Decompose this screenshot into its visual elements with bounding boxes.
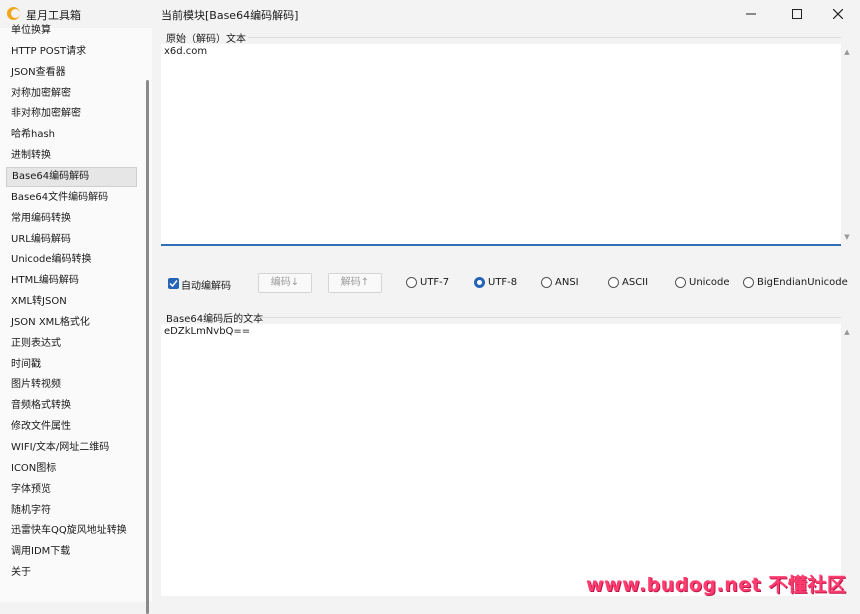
sidebar-item[interactable]: 修改文件属性 bbox=[6, 417, 137, 437]
sidebar-item[interactable]: 图片转视频 bbox=[6, 375, 137, 395]
radio-utf7-label[interactable]: UTF-7 bbox=[420, 277, 449, 288]
sidebar-item[interactable]: 哈希hash bbox=[6, 125, 137, 145]
sidebar: 单位换算 HTTP POST请求 JSON查看器 对称加密解密 非对称加密解密 哈希has… bbox=[0, 25, 152, 614]
sidebar-item[interactable]: XML转JSON bbox=[6, 292, 137, 312]
sidebar-item[interactable]: 非对称加密解密 bbox=[6, 104, 137, 124]
radio-bigendianunicode-label[interactable]: BigEndianUnicode bbox=[757, 277, 848, 288]
result-textbox[interactable]: eDZkLmNvbQ== ▲ bbox=[161, 324, 850, 596]
watermark: www.budog.net 不懂社区 bbox=[586, 574, 847, 596]
app-logo-icon bbox=[7, 7, 20, 20]
sidebar-item[interactable]: 正则表达式 bbox=[6, 334, 137, 354]
result-scroll-up-icon[interactable]: ▲ bbox=[843, 328, 851, 336]
source-textbox[interactable]: x6d.com ▲ ▼ bbox=[161, 44, 850, 244]
sidebar-item[interactable]: 关于 bbox=[6, 563, 137, 583]
close-button[interactable] bbox=[816, 0, 860, 28]
sidebar-item[interactable]: URL编码解码 bbox=[6, 230, 137, 250]
auto-encode-label[interactable]: 自动编解码 bbox=[181, 277, 231, 292]
checkmark-icon bbox=[169, 280, 178, 288]
sidebar-scrollbar[interactable] bbox=[146, 80, 149, 614]
source-group-label: 原始（解码）文本 bbox=[164, 30, 248, 45]
decode-button[interactable]: 解码↑ bbox=[328, 273, 382, 293]
result-group-border bbox=[258, 317, 841, 318]
sidebar-item[interactable]: JSON查看器 bbox=[6, 63, 137, 83]
source-scroll-down-icon[interactable]: ▼ bbox=[843, 233, 851, 241]
radio-ascii-label[interactable]: ASCII bbox=[622, 277, 648, 288]
sidebar-item[interactable]: 随机字符 bbox=[6, 501, 137, 521]
sidebar-item[interactable]: Base64编码解码 bbox=[6, 166, 137, 187]
minimize-button[interactable] bbox=[729, 0, 773, 28]
sidebar-item[interactable]: 音频格式转换 bbox=[6, 396, 137, 416]
radio-bigendianunicode[interactable] bbox=[743, 277, 754, 288]
radio-utf8[interactable] bbox=[474, 277, 485, 288]
maximize-icon bbox=[792, 9, 802, 19]
minimize-icon bbox=[746, 13, 756, 15]
radio-ascii[interactable] bbox=[608, 277, 619, 288]
module-title: 当前模块[Base64编码解码] bbox=[161, 9, 299, 22]
sidebar-item[interactable]: WIFI/文本/网址二维码 bbox=[6, 438, 137, 458]
sidebar-item[interactable]: JSON XML格式化 bbox=[6, 313, 137, 333]
result-text: eDZkLmNvbQ== bbox=[164, 326, 251, 337]
result-group-label: Base64编码后的文本 bbox=[164, 310, 266, 325]
radio-utf8-label[interactable]: UTF-8 bbox=[488, 277, 517, 288]
close-icon bbox=[833, 9, 843, 19]
radio-utf7[interactable] bbox=[406, 277, 417, 288]
sidebar-item[interactable]: 时间戳 bbox=[6, 355, 137, 375]
source-text: x6d.com bbox=[164, 46, 208, 57]
sidebar-item[interactable]: 字体预览 bbox=[6, 480, 137, 500]
maximize-button[interactable] bbox=[775, 0, 819, 28]
radio-ansi[interactable] bbox=[541, 277, 552, 288]
sidebar-item[interactable]: 对称加密解密 bbox=[6, 84, 137, 104]
sidebar-item[interactable]: 常用编码转换 bbox=[6, 209, 137, 229]
auto-encode-checkbox[interactable] bbox=[168, 278, 179, 289]
sidebar-item[interactable]: HTTP POST请求 bbox=[6, 42, 137, 62]
encode-button[interactable]: 编码↓ bbox=[258, 273, 312, 293]
radio-unicode-label[interactable]: Unicode bbox=[689, 277, 730, 288]
source-scroll-up-icon[interactable]: ▲ bbox=[843, 48, 851, 56]
sidebar-item[interactable]: Base64文件编码解码 bbox=[6, 188, 137, 208]
source-group-border bbox=[248, 37, 841, 38]
sidebar-item[interactable]: 单位换算 bbox=[6, 21, 137, 41]
sidebar-item[interactable]: 调用IDM下载 bbox=[6, 542, 137, 562]
sidebar-item[interactable]: HTML编码解码 bbox=[6, 271, 137, 291]
sidebar-item[interactable]: Unicode编码转换 bbox=[6, 250, 137, 270]
radio-unicode[interactable] bbox=[675, 277, 686, 288]
sidebar-item[interactable]: 迅雷快车QQ旋风地址转换 bbox=[6, 521, 137, 541]
source-focus-underline bbox=[161, 244, 841, 246]
radio-ansi-label[interactable]: ANSI bbox=[555, 277, 579, 288]
sidebar-item[interactable]: 进制转换 bbox=[6, 146, 137, 166]
sidebar-item[interactable]: ICON图标 bbox=[6, 459, 137, 479]
